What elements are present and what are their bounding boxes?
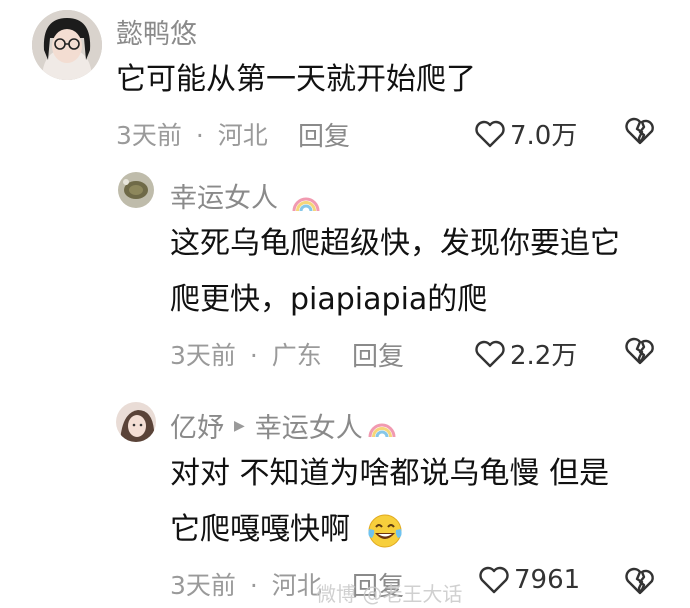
- heart-outline-icon: [475, 120, 505, 147]
- rainbow-icon: [368, 423, 396, 437]
- avatar[interactable]: [118, 172, 154, 208]
- broken-heart-icon[interactable]: [624, 566, 656, 596]
- comment-text-line: 对对 不知道为啥都说乌龟慢 但是: [170, 456, 610, 491]
- broken-heart-icon[interactable]: [624, 336, 656, 366]
- username[interactable]: 幸运女人: [170, 176, 321, 215]
- separator: ·: [249, 341, 258, 370]
- timestamp: 3天前: [170, 341, 236, 370]
- location: 河北: [271, 571, 322, 600]
- rainbow-icon: [292, 197, 320, 211]
- like-count: 7961: [514, 565, 581, 595]
- avatar[interactable]: [116, 402, 156, 442]
- username[interactable]: 亿妤: [170, 406, 224, 445]
- username[interactable]: 懿鸭悠: [116, 12, 197, 51]
- watermark: 微博 @老王大话: [316, 582, 463, 606]
- reply-button[interactable]: 回复: [352, 336, 404, 373]
- like-button[interactable]: 7.0万: [474, 115, 577, 152]
- avatar[interactable]: [32, 10, 102, 80]
- broken-heart-icon[interactable]: [624, 116, 656, 146]
- location: 河北: [217, 121, 268, 150]
- comment-text-line: 它可能从第一天就开始爬了: [116, 62, 476, 97]
- like-button[interactable]: 2.2万: [474, 335, 577, 372]
- reply-header: 亿妤 ▶ 幸运女人: [170, 406, 397, 445]
- separator: ·: [195, 121, 204, 150]
- like-count: 2.2万: [510, 341, 578, 371]
- comment-text-line: 这死乌龟爬超级快，发现你要追它: [170, 226, 620, 261]
- comment-meta: 3天前 · 广东: [170, 336, 322, 372]
- comment-meta: 3天前 · 河北: [170, 566, 322, 602]
- timestamp: 3天前: [170, 571, 236, 600]
- like-button[interactable]: 7961: [478, 565, 580, 595]
- timestamp: 3天前: [116, 121, 182, 150]
- comment-text-line: 爬更快，piapiapia的爬: [170, 282, 488, 317]
- tears-of-joy-emoji: [367, 514, 402, 547]
- reply-button[interactable]: 回复: [298, 116, 350, 153]
- comment-meta: 3天前 · 河北: [116, 116, 268, 152]
- reply-arrow-icon: ▶: [234, 417, 245, 434]
- location: 广东: [271, 341, 322, 370]
- like-count: 7.0万: [510, 121, 578, 151]
- heart-outline-icon: [479, 566, 509, 594]
- comment-text-line: 它爬嘎嘎快啊: [170, 500, 404, 560]
- separator: ·: [249, 571, 258, 600]
- reply-to-username[interactable]: 幸运女人: [255, 406, 363, 445]
- heart-outline-icon: [475, 340, 505, 367]
